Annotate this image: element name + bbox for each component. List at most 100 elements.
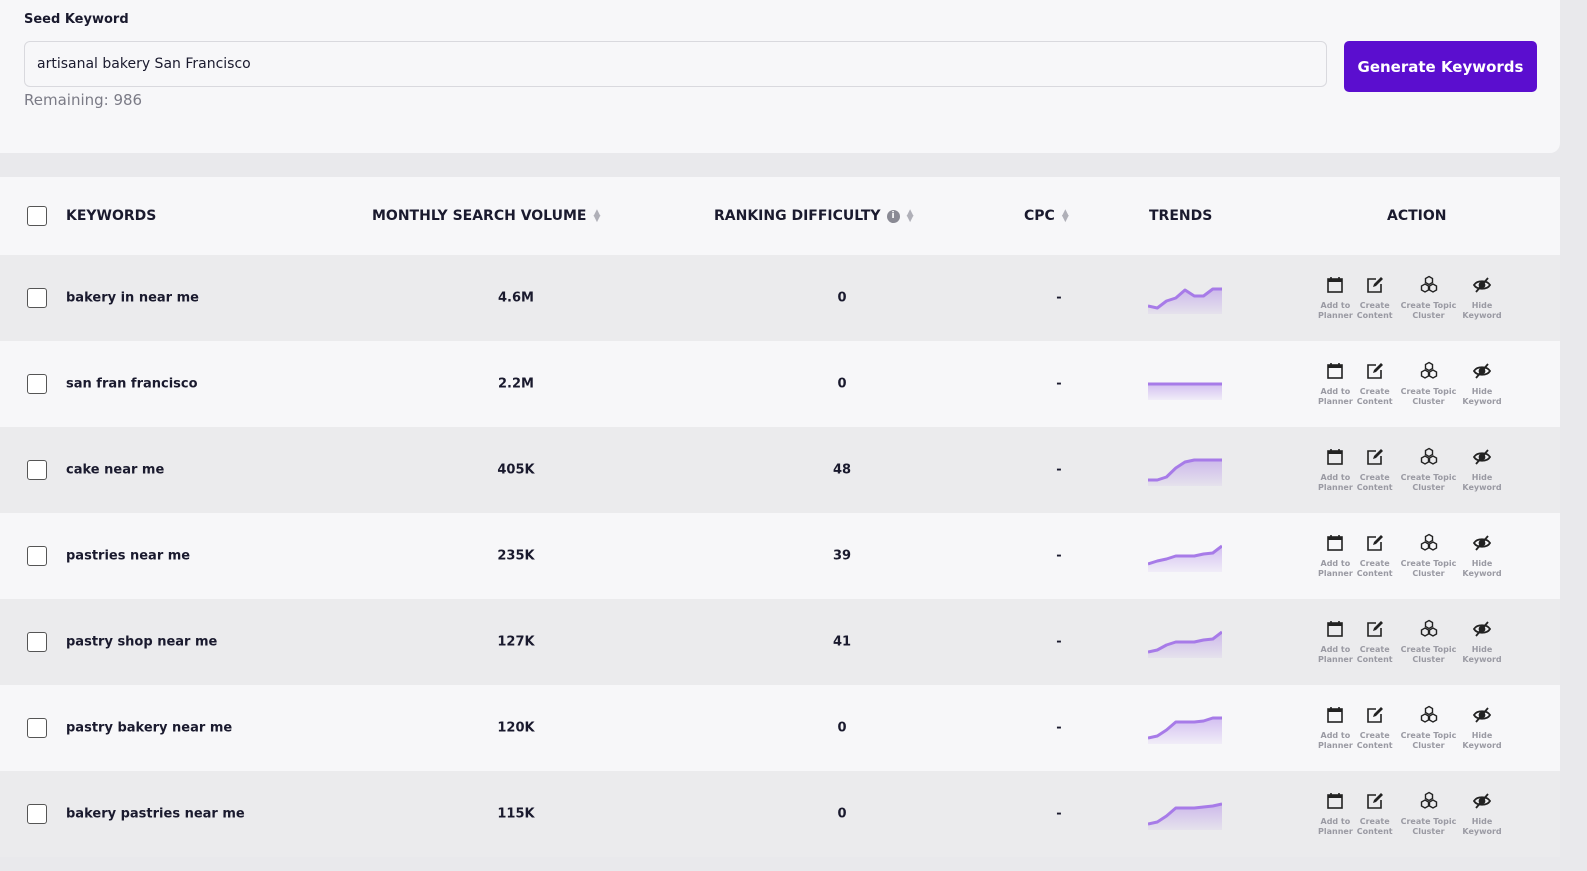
row-checkbox[interactable]	[27, 804, 47, 824]
action-label: Add to Planner	[1318, 645, 1353, 664]
seed-keyword-input[interactable]	[24, 41, 1327, 87]
cluster-action-button[interactable]: Create Topic Cluster	[1401, 705, 1456, 751]
sort-icon[interactable]: ▲ ▼	[907, 209, 914, 224]
row-checkbox[interactable]	[27, 546, 47, 566]
edit-action-button[interactable]: Create Content	[1357, 791, 1393, 837]
action-label: Create Content	[1356, 301, 1393, 320]
eye-off-icon	[1472, 791, 1492, 817]
action-label: Create Topic Cluster	[1400, 387, 1457, 406]
difficulty-cell: 0	[837, 720, 847, 736]
keyword-cell[interactable]: pastries near me	[66, 549, 190, 564]
row-checkbox[interactable]	[27, 374, 47, 394]
action-label: Hide Keyword	[1462, 817, 1502, 836]
cluster-action-button[interactable]: Create Topic Cluster	[1401, 447, 1456, 493]
calendar-action-button[interactable]: Add to Planner	[1318, 705, 1353, 751]
row-checkbox[interactable]	[27, 288, 47, 308]
action-label: Create Content	[1356, 817, 1393, 836]
cluster-action-button[interactable]: Create Topic Cluster	[1401, 533, 1456, 579]
row-checkbox[interactable]	[27, 718, 47, 738]
eye-off-action-button[interactable]: Hide Keyword	[1462, 275, 1502, 321]
eye-off-action-button[interactable]: Hide Keyword	[1462, 361, 1502, 407]
header-cpc[interactable]: CPC ▲ ▼	[1024, 208, 1069, 224]
action-label: Create Content	[1356, 559, 1393, 578]
edit-icon	[1365, 275, 1385, 301]
cluster-icon	[1419, 533, 1439, 559]
action-label: Add to Planner	[1318, 387, 1353, 406]
trend-area	[1148, 546, 1222, 572]
eye-off-icon	[1472, 275, 1492, 301]
cluster-icon	[1419, 275, 1439, 301]
action-label: Add to Planner	[1318, 473, 1353, 492]
cpc-cell: -	[1056, 290, 1062, 306]
row-actions: Add to Planner Create Content Create Topic Cl…	[1318, 447, 1506, 493]
keyword-cell[interactable]: bakery pastries near me	[66, 807, 245, 822]
edit-action-button[interactable]: Create Content	[1357, 705, 1393, 751]
calendar-icon	[1325, 705, 1345, 731]
action-label: Create Topic Cluster	[1400, 817, 1457, 836]
calendar-icon	[1325, 447, 1345, 473]
keyword-cell[interactable]: pastry bakery near me	[66, 721, 232, 736]
edit-action-button[interactable]: Create Content	[1357, 533, 1393, 579]
eye-off-icon	[1472, 361, 1492, 387]
select-all-checkbox[interactable]	[27, 206, 47, 226]
cluster-action-button[interactable]: Create Topic Cluster	[1400, 361, 1457, 407]
calendar-action-button[interactable]: Add to Planner	[1318, 619, 1353, 665]
eye-off-action-button[interactable]: Hide Keyword	[1462, 705, 1502, 751]
keyword-cell[interactable]: pastry shop near me	[66, 635, 217, 650]
edit-action-button[interactable]: Create Content	[1357, 447, 1393, 493]
action-label: Create Content	[1356, 645, 1393, 664]
eye-off-action-button[interactable]: Hide Keyword	[1462, 533, 1502, 579]
cpc-cell: -	[1056, 548, 1062, 564]
volume-cell: 115K	[497, 806, 535, 822]
keywords-table: KEYWORDS MONTHLY SEARCH VOLUME ▲ ▼ RANKING…	[0, 177, 1560, 857]
generate-keywords-button[interactable]: Generate Keywords	[1344, 41, 1537, 92]
action-label: Hide Keyword	[1462, 301, 1502, 320]
volume-cell: 120K	[497, 720, 535, 736]
table-header: KEYWORDS MONTHLY SEARCH VOLUME ▲ ▼ RANKING…	[0, 177, 1560, 255]
action-label: Add to Planner	[1318, 559, 1353, 578]
header-keywords-label: KEYWORDS	[66, 208, 157, 224]
keyword-cell[interactable]: cake near me	[66, 463, 164, 478]
table-row: pastries near me 235K 39 - Add to Planner…	[0, 513, 1560, 599]
calendar-icon	[1325, 619, 1345, 645]
eye-off-action-button[interactable]: Hide Keyword	[1462, 791, 1502, 837]
row-actions: Add to Planner Create Content Create Topic Cl…	[1318, 533, 1506, 579]
edit-action-button[interactable]: Create Content	[1357, 361, 1393, 407]
row-actions: Add to Planner Create Content Create Topic Cl…	[1318, 705, 1506, 751]
eye-off-icon	[1472, 705, 1492, 731]
sort-icon[interactable]: ▲ ▼	[593, 209, 600, 224]
keyword-cell[interactable]: san fran francisco	[66, 377, 198, 392]
calendar-action-button[interactable]: Add to Planner	[1318, 447, 1353, 493]
keyword-cell[interactable]: bakery in near me	[66, 291, 199, 306]
cluster-icon	[1419, 447, 1439, 473]
row-actions: Add to Planner Create Content Create Topic Cl…	[1318, 361, 1506, 407]
calendar-action-button[interactable]: Add to Planner	[1318, 791, 1353, 837]
header-difficulty[interactable]: RANKING DIFFICULTY i ▲ ▼	[714, 208, 914, 224]
calendar-action-button[interactable]: Add to Planner	[1318, 533, 1353, 579]
difficulty-cell: 0	[837, 376, 847, 392]
eye-off-icon	[1472, 447, 1492, 473]
edit-icon	[1365, 705, 1385, 731]
row-checkbox[interactable]	[27, 460, 47, 480]
header-volume[interactable]: MONTHLY SEARCH VOLUME ▲ ▼	[372, 208, 600, 224]
calendar-icon	[1325, 533, 1345, 559]
trend-sparkline	[1148, 458, 1222, 486]
eye-off-action-button[interactable]: Hide Keyword	[1462, 447, 1502, 493]
eye-off-action-button[interactable]: Hide Keyword	[1462, 619, 1502, 665]
info-icon[interactable]: i	[886, 209, 900, 223]
calendar-action-button[interactable]: Add to Planner	[1318, 361, 1353, 407]
table-row: pastry bakery near me 120K 0 - Add to Pla…	[0, 685, 1560, 771]
trend-sparkline	[1148, 716, 1222, 744]
row-actions: Add to Planner Create Content Create Topic Cl…	[1318, 275, 1506, 321]
cluster-action-button[interactable]: Create Topic Cluster	[1401, 619, 1456, 665]
cluster-action-button[interactable]: Create Topic Cluster	[1401, 275, 1456, 321]
edit-action-button[interactable]: Create Content	[1357, 619, 1393, 665]
action-label: Create Content	[1356, 731, 1393, 750]
calendar-action-button[interactable]: Add to Planner	[1318, 275, 1353, 321]
edit-action-button[interactable]: Create Content	[1357, 275, 1393, 321]
sort-icon[interactable]: ▲ ▼	[1062, 209, 1069, 224]
cluster-action-button[interactable]: Create Topic Cluster	[1400, 791, 1457, 837]
row-checkbox[interactable]	[27, 632, 47, 652]
table-row: san fran francisco 2.2M 0 - Add to Planne…	[0, 341, 1560, 427]
header-action: ACTION	[1387, 208, 1447, 224]
